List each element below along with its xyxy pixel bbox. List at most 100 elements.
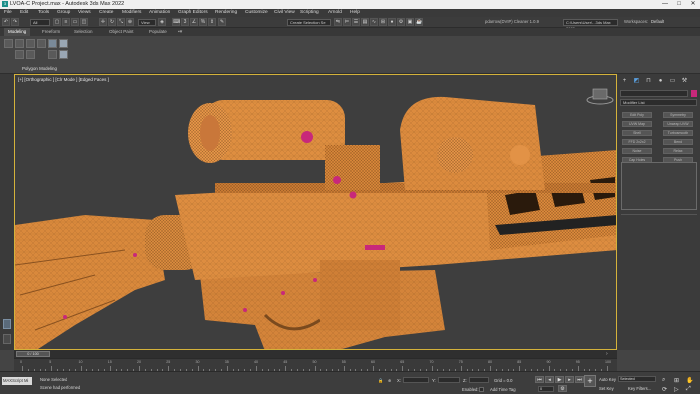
go-to-start-icon[interactable]: ⏮ — [535, 376, 544, 383]
lock-selection-icon[interactable]: 🔒 — [378, 378, 383, 384]
mirror-icon[interactable]: ⇋ — [334, 18, 342, 26]
previous-frame-icon[interactable]: ◂ — [545, 376, 554, 383]
object-name-field[interactable] — [620, 90, 688, 97]
select-rotate-icon[interactable]: ↻ — [108, 18, 116, 26]
angle-snap-icon[interactable]: ∠ — [190, 18, 198, 26]
y-coordinate-field[interactable] — [438, 377, 460, 383]
menu-arnold[interactable]: Arnold — [328, 10, 342, 15]
key-filters-button[interactable]: Key Filters... — [628, 386, 651, 391]
menu-customize[interactable]: Customize — [245, 10, 268, 15]
toggle-ribbon-icon[interactable]: ▤ — [361, 18, 369, 26]
schematic-view-icon[interactable]: ⊞ — [379, 18, 387, 26]
render-setup-icon[interactable]: ⚙ — [397, 18, 405, 26]
menu-file[interactable]: File — [4, 10, 12, 15]
ribbon-tool-icon[interactable] — [15, 39, 24, 48]
ribbon-tool-icon[interactable] — [26, 50, 35, 59]
set-key-icon[interactable]: + — [584, 375, 596, 387]
layout-tab-icon[interactable] — [3, 334, 11, 344]
ribbon-tool-icon[interactable] — [15, 50, 24, 59]
ribbon-tool-icon[interactable] — [48, 50, 57, 59]
minimize-button[interactable]: — — [658, 0, 672, 9]
undo-icon[interactable]: ↶ — [2, 18, 10, 26]
modifier-button[interactable]: UVW Map — [622, 121, 652, 127]
zoom-all-icon[interactable]: ⊞ — [674, 377, 679, 384]
select-by-name-icon[interactable]: ≡ — [62, 18, 70, 26]
track-bar[interactable]: 0 5 10 15 20 25 30 35 40 45 50 55 60 65 70 75 80 85 90 95 10… — [14, 358, 617, 371]
menu-tools[interactable]: Tools — [38, 10, 49, 15]
modifier-button[interactable]: Relax — [663, 148, 693, 154]
render-production-icon[interactable]: ☕ — [415, 18, 423, 26]
material-editor-icon[interactable]: ● — [388, 18, 396, 26]
layer-explorer-icon[interactable]: ☰ — [352, 18, 360, 26]
time-slider[interactable]: 0 / 100 › — [14, 350, 617, 358]
named-selection-set-dropdown[interactable]: Create Selection Se — [287, 18, 331, 26]
current-frame-field[interactable]: 0 — [538, 386, 554, 392]
layout-tab-icon[interactable] — [3, 319, 11, 329]
ribbon-options-icon[interactable]: ▪▾ — [178, 29, 182, 35]
enabled-checkbox[interactable] — [479, 387, 484, 392]
key-mode-dropdown[interactable]: Selected — [618, 376, 656, 382]
close-button[interactable]: ✕ — [686, 0, 700, 9]
maxscript-listener[interactable]: MAXScript Mi — [2, 377, 32, 385]
ribbon-tool-icon[interactable] — [4, 39, 13, 48]
menu-rendering[interactable]: Rendering — [215, 10, 237, 15]
percent-snap-icon[interactable]: % — [199, 18, 207, 26]
align-icon[interactable]: ⊨ — [343, 18, 351, 26]
modifier-list-dropdown[interactable]: Modifier List — [620, 99, 697, 106]
menu-civil-view[interactable]: Civil View — [274, 10, 295, 15]
menu-views[interactable]: Views — [78, 10, 91, 15]
vertex-mode-icon[interactable] — [59, 39, 68, 48]
zoom-icon[interactable]: ⌕ — [662, 377, 665, 384]
curve-editor-icon[interactable]: ∿ — [370, 18, 378, 26]
tab-modeling[interactable]: Modeling — [4, 28, 31, 36]
menu-scripting[interactable]: Scripting — [300, 10, 319, 15]
selection-filter-dropdown[interactable]: All — [30, 18, 50, 26]
go-to-end-icon[interactable]: ⏭ — [575, 376, 584, 383]
ribbon-tool-icon[interactable] — [37, 39, 46, 48]
rendered-frame-window-icon[interactable]: ▣ — [406, 18, 414, 26]
tab-object-paint[interactable]: Object Paint — [105, 28, 138, 36]
menu-create[interactable]: Create — [99, 10, 113, 15]
modifier-button[interactable]: Bend — [663, 139, 693, 145]
maximize-viewport-icon[interactable]: ⤢ — [686, 386, 691, 393]
edit-named-selections-icon[interactable]: ✎ — [218, 18, 226, 26]
hierarchy-tab-icon[interactable]: ⊓ — [645, 78, 652, 85]
workspace-dropdown[interactable]: Default — [651, 19, 664, 24]
next-frame-button-icon[interactable]: ▸ — [565, 376, 574, 383]
snaps-toggle-icon[interactable]: 3 — [181, 18, 189, 26]
tab-selection[interactable]: Selection — [70, 28, 97, 36]
menu-group[interactable]: Group — [57, 10, 70, 15]
orbit-icon[interactable]: ⟳ — [662, 386, 667, 393]
modifier-button[interactable]: Noise — [622, 148, 652, 154]
play-icon[interactable]: ▶ — [555, 376, 564, 383]
modifier-button[interactable]: Symmetry — [663, 112, 693, 118]
modify-tab-icon[interactable]: ◩ — [633, 78, 640, 85]
keyboard-shortcut-icon[interactable]: ⌨ — [172, 18, 180, 26]
time-config-icon[interactable]: ⚙ — [558, 385, 567, 392]
modifier-button[interactable]: Turbosmooth — [663, 130, 693, 136]
object-color-swatch[interactable] — [691, 90, 697, 97]
create-tab-icon[interactable]: + — [621, 78, 628, 85]
viewport-orthographic[interactable]: [+] [Orthographic ] [Clr Mode ] [Edged F… — [14, 74, 617, 350]
viewport-label[interactable]: [+] [Orthographic ] [Clr Mode ] [Edged F… — [18, 77, 109, 82]
modifier-button[interactable]: Edit Poly — [622, 112, 652, 118]
maximize-button[interactable]: □ — [672, 0, 686, 9]
modifier-stack-list[interactable] — [621, 162, 697, 210]
spinner-snap-icon[interactable]: ⇕ — [208, 18, 216, 26]
select-move-icon[interactable]: ✛ — [99, 18, 107, 26]
menu-edit[interactable]: Edit — [20, 10, 28, 15]
reference-coord-dropdown[interactable]: View — [138, 18, 156, 26]
motion-tab-icon[interactable]: ● — [657, 78, 664, 85]
set-key-button[interactable]: Set Key — [599, 386, 614, 391]
pivot-center-icon[interactable]: ◈ — [158, 18, 166, 26]
time-slider-thumb[interactable]: 0 / 100 — [16, 351, 50, 357]
redo-icon[interactable]: ↷ — [11, 18, 19, 26]
menu-help[interactable]: Help — [350, 10, 360, 15]
field-of-view-icon[interactable]: ▷ — [674, 386, 679, 393]
add-time-tag-button[interactable]: Add Time Tag — [490, 387, 516, 392]
ribbon-tool-icon[interactable] — [26, 39, 35, 48]
edit-poly-icon[interactable] — [48, 39, 57, 48]
select-scale-icon[interactable]: ⤡ — [117, 18, 125, 26]
modifier-button[interactable]: Shell — [622, 130, 652, 136]
edge-mode-icon[interactable] — [59, 50, 68, 59]
